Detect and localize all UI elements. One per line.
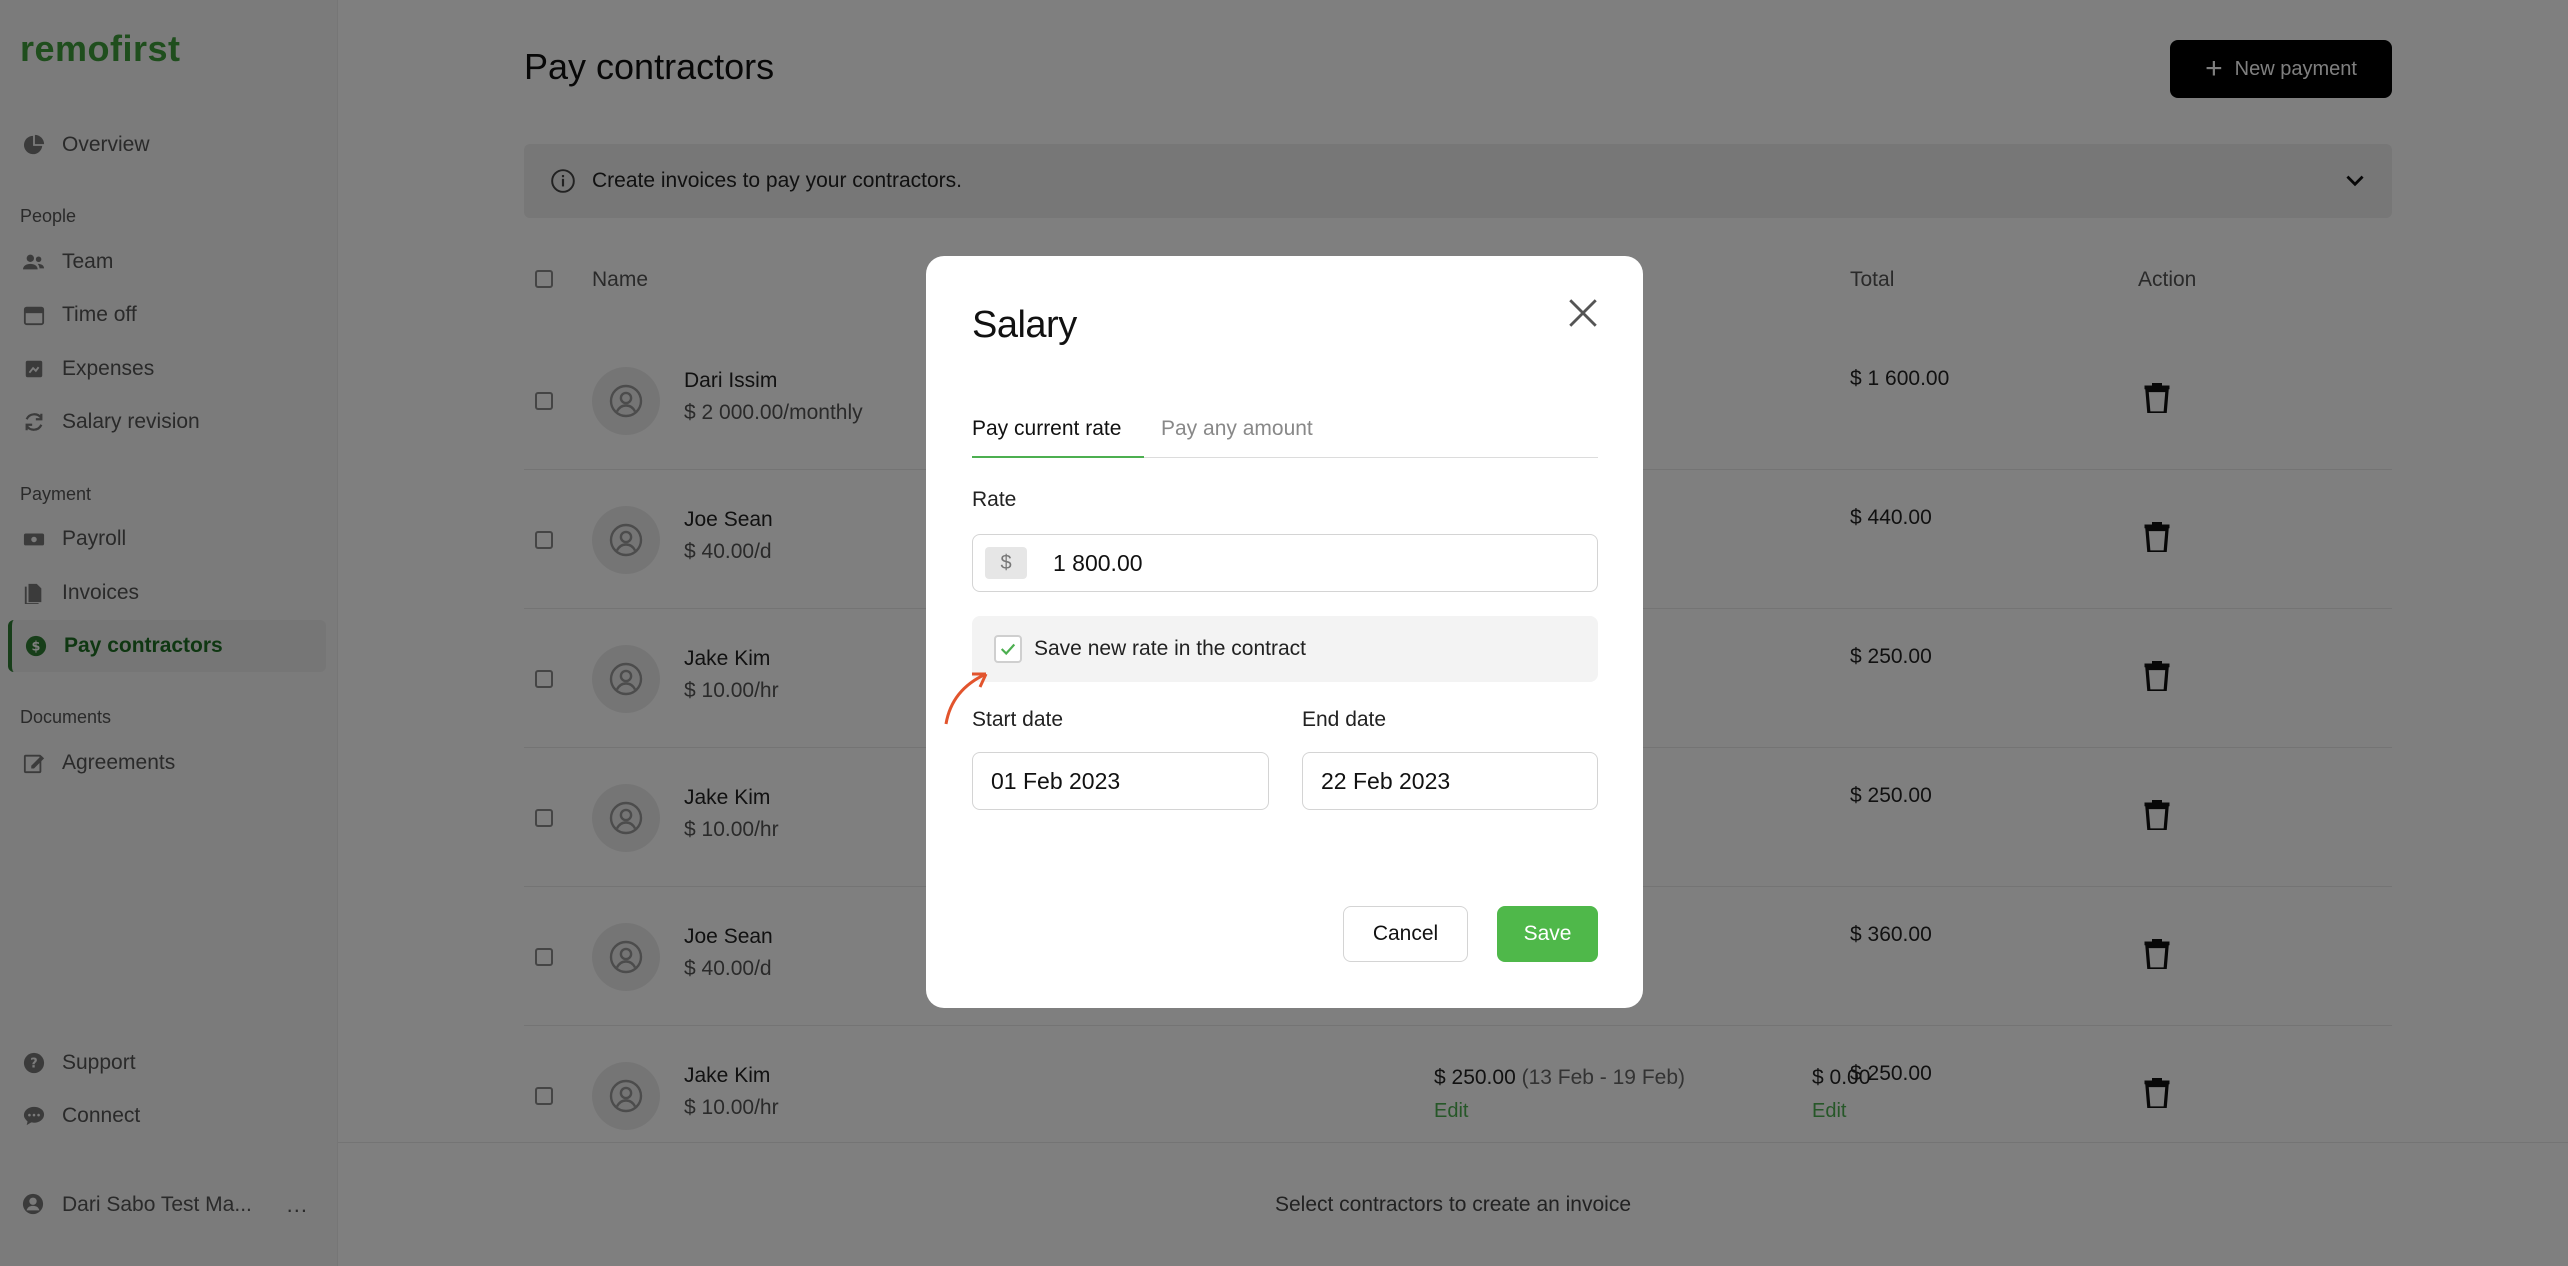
annotation-arrow-icon (944, 672, 988, 725)
close-icon[interactable] (1566, 296, 1600, 330)
start-date-field[interactable]: 01 Feb 2023 (972, 752, 1269, 810)
checkmark-icon (1000, 643, 1016, 656)
rate-tabs: Pay current rate Pay any amount (972, 408, 1598, 458)
save-rate-option[interactable]: Save new rate in the contract (972, 616, 1598, 682)
tab-pay-current-rate[interactable]: Pay current rate (972, 408, 1144, 458)
tab-pay-any-amount[interactable]: Pay any amount (1161, 408, 1313, 458)
rate-value: 1 800.00 (1053, 549, 1143, 576)
save-rate-checkbox[interactable] (994, 635, 1022, 663)
end-date-value: 22 Feb 2023 (1321, 767, 1451, 794)
save-rate-label: Save new rate in the contract (1034, 637, 1306, 660)
modal-title: Salary (972, 304, 1077, 346)
rate-label: Rate (972, 488, 1017, 511)
rate-input[interactable]: $ 1 800.00 (972, 534, 1598, 592)
end-date-label: End date (1302, 708, 1387, 731)
save-button[interactable]: Save (1497, 906, 1598, 962)
cancel-button[interactable]: Cancel (1343, 906, 1468, 962)
currency-prefix: $ (985, 547, 1027, 579)
start-date-value: 01 Feb 2023 (991, 767, 1121, 794)
salary-modal: Salary Pay current rate Pay any amount R… (926, 256, 1643, 1008)
end-date-field[interactable]: 22 Feb 2023 (1302, 752, 1598, 810)
